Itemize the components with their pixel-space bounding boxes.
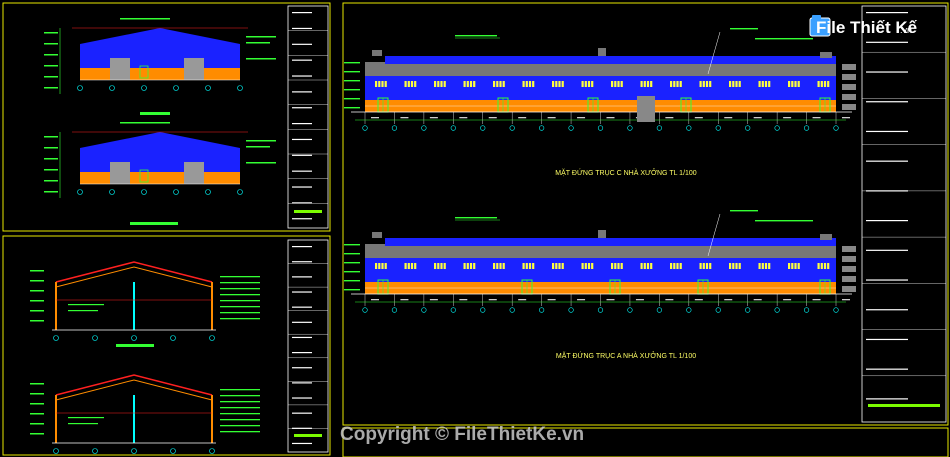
filethietke-logo[interactable]: File Thiết Kế .vn xyxy=(806,10,924,44)
gable-elevation-2-roof xyxy=(80,132,240,172)
logo-suffix-text: .vn xyxy=(900,25,912,35)
title-block-right xyxy=(861,5,947,423)
cross-section-2-rafter xyxy=(55,374,213,396)
gable-elevation-1-wall xyxy=(80,68,240,80)
cross-section-1-rafter xyxy=(55,261,213,283)
elevation-c-parapet xyxy=(365,62,836,76)
gable-elevation-2-door-right xyxy=(184,162,204,184)
sheet-frame-right-next xyxy=(342,427,949,457)
cad-drawing-canvas[interactable]: MẶT ĐỨNG TRỤC C NHÀ XƯỞNG TL 1/100 MẶT Đ… xyxy=(0,0,950,457)
elevation-a-roof-band xyxy=(365,258,836,282)
cad-drawing-svg xyxy=(2,2,949,457)
gable-elevation-1-roof xyxy=(80,28,240,68)
gable-elevation-2-wall xyxy=(80,172,240,184)
elevation-c-main-door xyxy=(637,96,655,122)
elevation-c-roof-band xyxy=(365,76,836,100)
gable-elevation-1-door-left xyxy=(110,58,130,80)
title-block-top-left xyxy=(287,5,329,229)
title-block-bottom-left xyxy=(287,239,329,453)
elevation-a-parapet xyxy=(365,244,836,258)
gable-elevation-1-door-right xyxy=(184,58,204,80)
sheet-frame-bottom-left xyxy=(2,235,331,456)
gable-elevation-2-door-left xyxy=(110,162,130,184)
